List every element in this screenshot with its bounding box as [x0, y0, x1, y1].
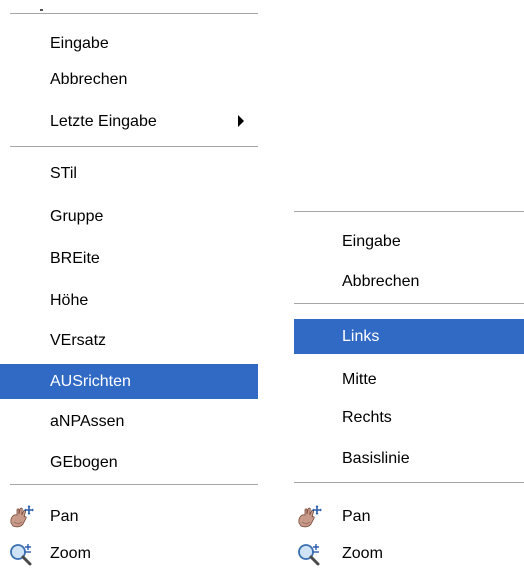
menu-item-eingabe[interactable]: Eingabe: [294, 224, 524, 259]
menu-separator: [10, 13, 258, 15]
menu-item-rechts[interactable]: Rechts: [294, 400, 524, 435]
menu-item-breite[interactable]: BREite: [0, 241, 260, 276]
menu-item-label: Links: [342, 328, 380, 345]
menu-item-versatz[interactable]: VErsatz: [0, 323, 260, 358]
menu-item-mitte[interactable]: Mitte: [294, 362, 524, 397]
menu-item-stil[interactable]: STil: [0, 156, 260, 191]
menu-item-label: Basislinie: [342, 450, 410, 467]
menu-item-pan[interactable]: Pan: [0, 499, 260, 534]
submenu-arrow-icon: [238, 115, 244, 127]
menu-item-gruppe[interactable]: Gruppe: [0, 199, 260, 234]
menu-separator: [294, 303, 524, 305]
menu-item-gebogen[interactable]: GEbogen: [0, 445, 260, 480]
menu-item-hoehe[interactable]: Höhe: [0, 283, 260, 318]
menu-separator: [294, 482, 524, 484]
menu-item-zoom[interactable]: Zoom: [0, 536, 260, 571]
context-menu-main: Eingabe Abbrechen Letzte Eingabe STil Gr…: [0, 0, 260, 572]
menu-separator: [10, 484, 258, 486]
menu-item-zoom[interactable]: Zoom: [294, 536, 524, 571]
menu-item-label: STil: [50, 165, 77, 182]
menu-item-label: Pan: [50, 508, 79, 525]
context-menu-alignment: Eingabe Abbrechen Links Mitte Rechts Bas…: [294, 198, 524, 572]
menu-item-abbrechen[interactable]: Abbrechen: [0, 62, 260, 97]
menu-corner-mark: [40, 9, 43, 11]
menu-item-eingabe[interactable]: Eingabe: [0, 26, 260, 61]
menu-item-label: Letzte Eingabe: [50, 113, 157, 130]
menu-item-label: Abbrechen: [50, 71, 128, 88]
menu-separator: [294, 211, 524, 213]
menu-item-label: Gruppe: [50, 208, 104, 225]
menu-item-label: BREite: [50, 250, 100, 267]
menu-item-basislinie[interactable]: Basislinie: [294, 441, 524, 476]
menu-item-pan[interactable]: Pan: [294, 499, 524, 534]
menu-separator: [10, 146, 258, 148]
menu-item-label: Zoom: [342, 545, 383, 562]
menu-item-label: Mitte: [342, 371, 377, 388]
menu-item-label: Zoom: [50, 545, 91, 562]
menu-item-letzte-eingabe[interactable]: Letzte Eingabe: [0, 104, 260, 139]
menu-item-label: Rechts: [342, 409, 392, 426]
menu-item-abbrechen[interactable]: Abbrechen: [294, 264, 524, 299]
menu-item-label: Abbrechen: [342, 273, 420, 290]
menu-item-label: GEbogen: [50, 454, 118, 471]
menu-item-label: Eingabe: [50, 35, 109, 52]
pan-hand-icon: [10, 505, 34, 528]
screen: Eingabe Abbrechen Letzte Eingabe STil Gr…: [0, 0, 524, 572]
menu-item-anpassen[interactable]: aNPAssen: [0, 404, 260, 439]
zoom-magnifier-icon: [298, 544, 320, 566]
menu-item-links[interactable]: Links: [294, 319, 524, 354]
menu-item-label: Höhe: [50, 292, 89, 309]
menu-item-label: Pan: [342, 508, 371, 525]
pan-hand-icon: [298, 505, 322, 528]
zoom-magnifier-icon: [10, 544, 32, 566]
menu-item-label: Eingabe: [342, 233, 401, 250]
menu-item-label: AUSrichten: [50, 373, 131, 390]
menu-item-ausrichten[interactable]: AUSrichten: [0, 364, 258, 399]
menu-item-label: aNPAssen: [50, 413, 125, 430]
menu-item-label: VErsatz: [50, 332, 107, 349]
